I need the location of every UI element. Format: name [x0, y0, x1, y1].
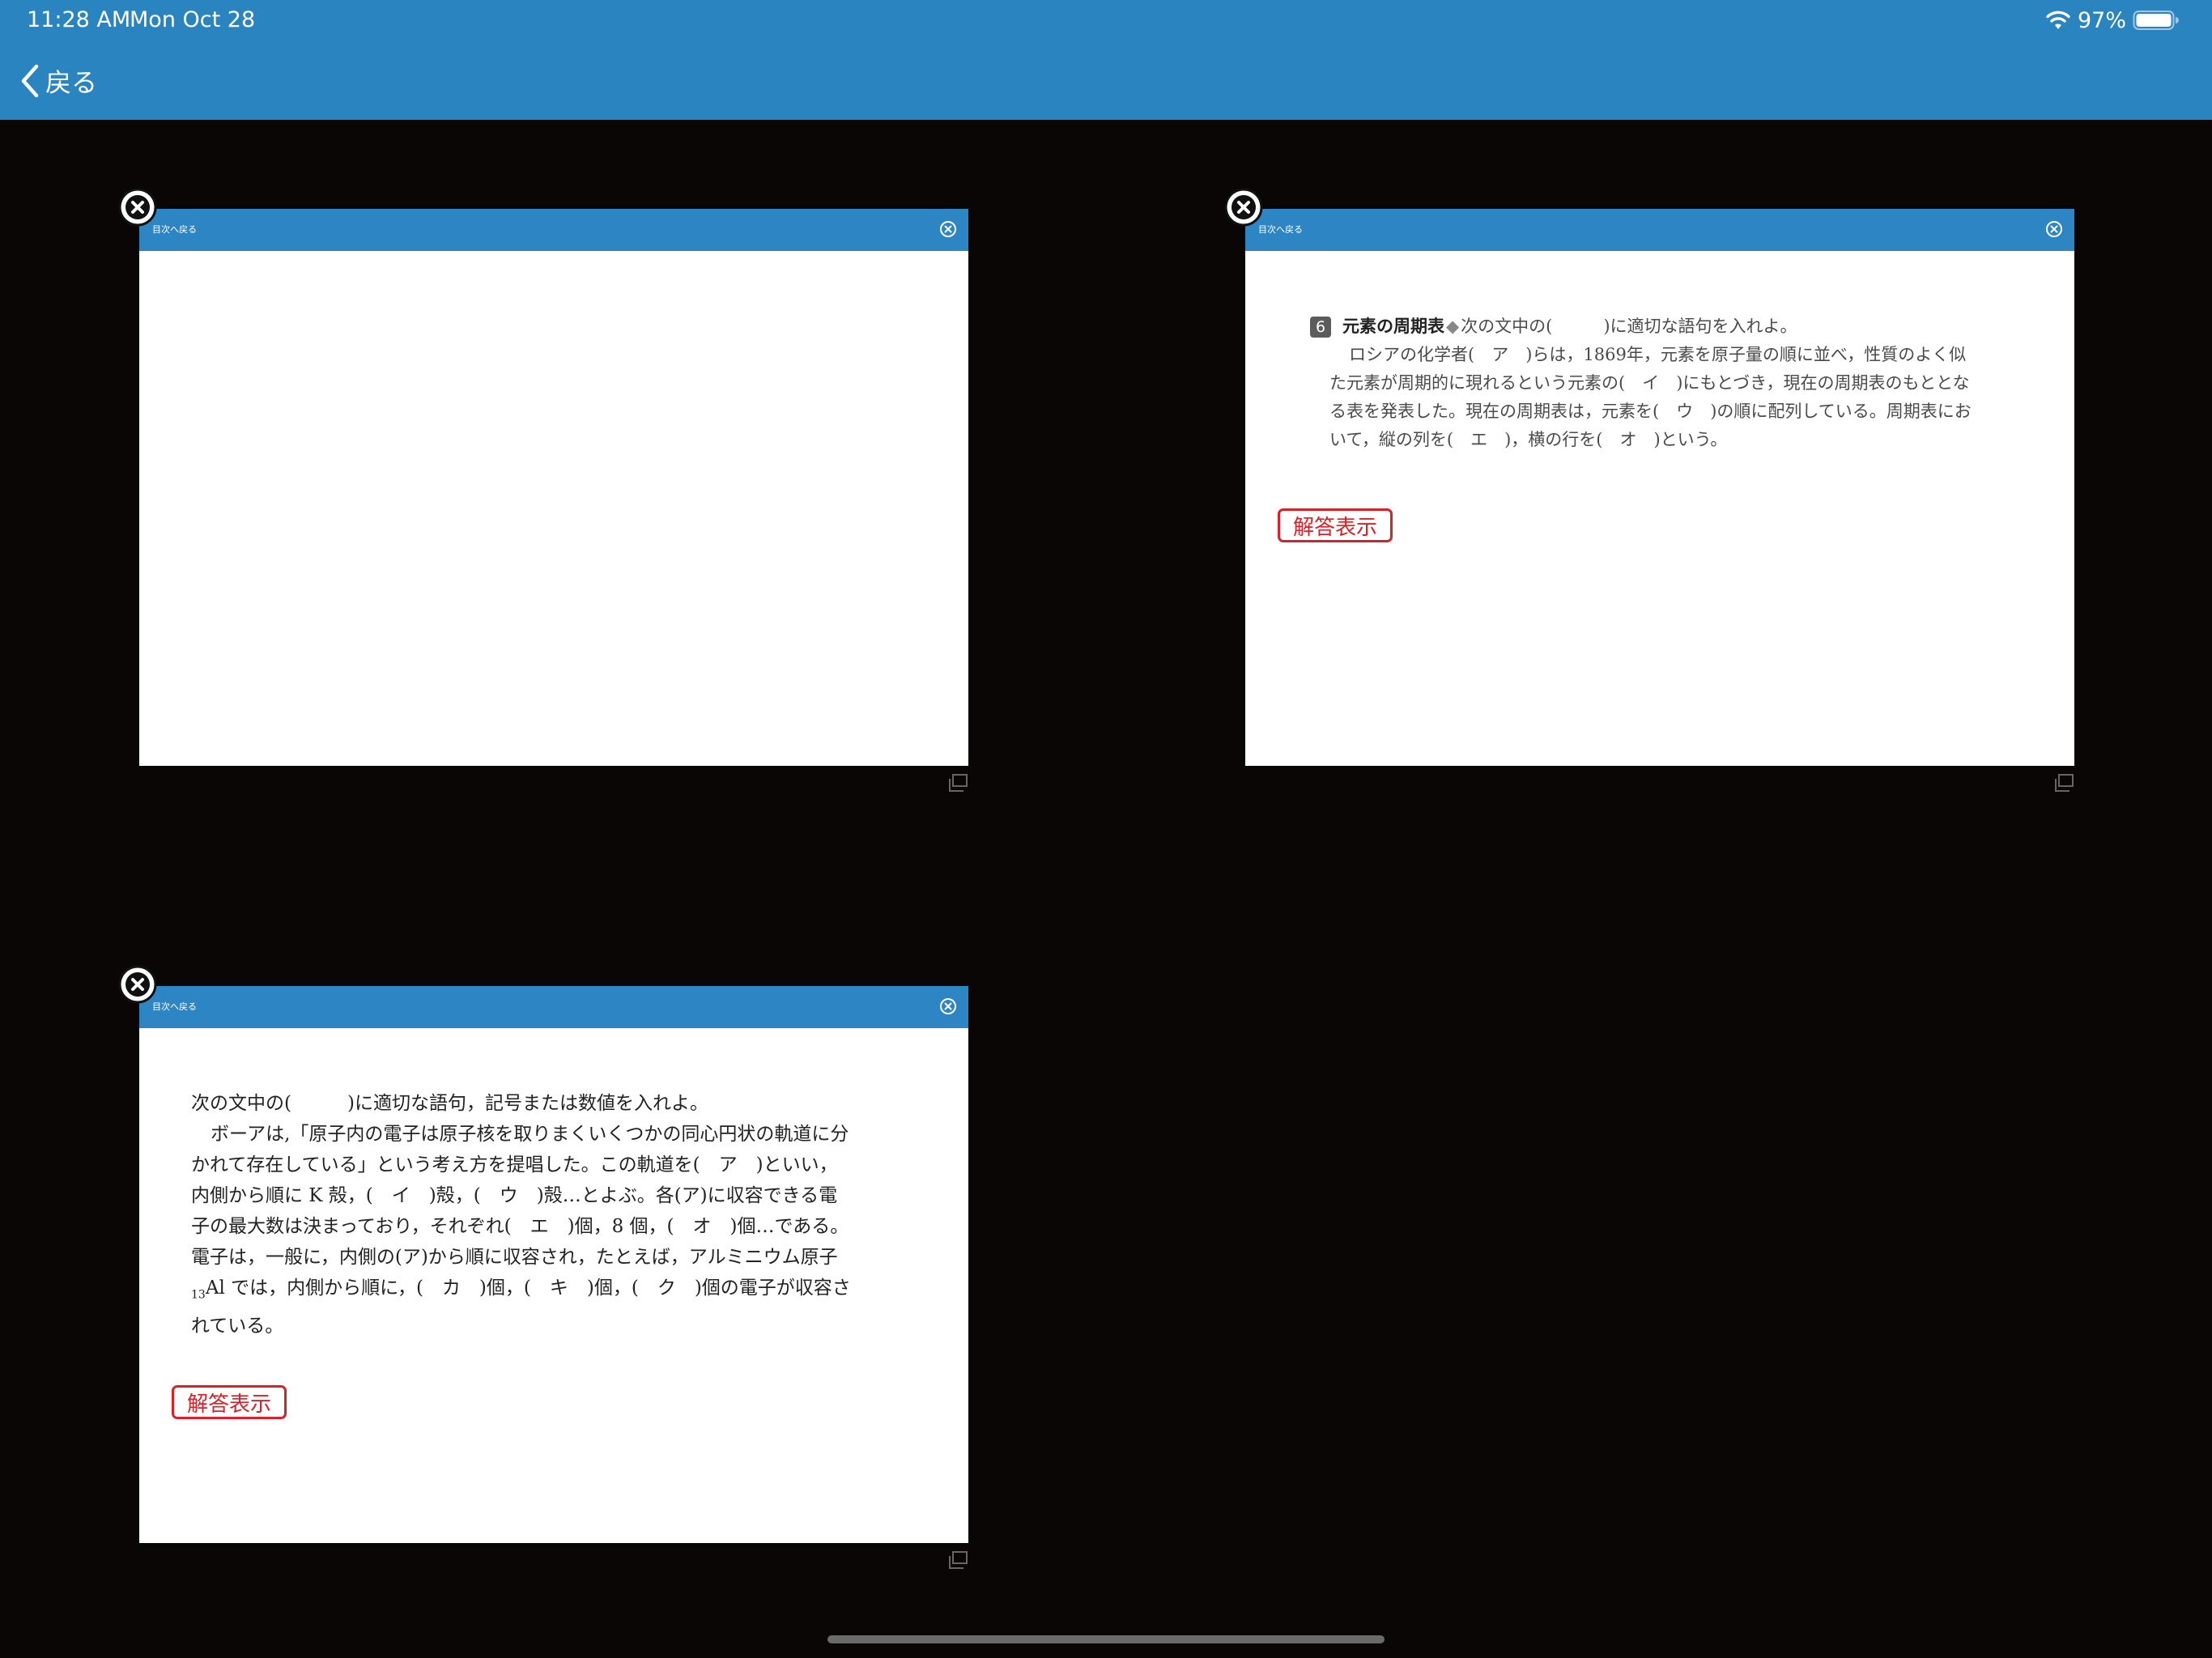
card-page-content: 6 元素の周期表 ◆ 次の文中の( )に適切な語句を入れよ。 ロシアの化学者( …	[1245, 251, 2074, 766]
battery-icon	[2133, 11, 2179, 30]
question-body-part-1: ボーアは,「原子内の電子は原子核を取りまくいくつかの同心円状の軌道に分かれて存在…	[191, 1124, 849, 1268]
question-block: 次の文中の( )に適切な語句，記号または数値を入れよ。 ボーアは,「原子内の電子…	[191, 1088, 852, 1341]
close-icon[interactable]	[939, 220, 957, 238]
toc-back-link[interactable]: 目次へ戻る	[1258, 209, 1303, 251]
element-symbol: Al	[205, 1278, 225, 1299]
question-number-badge: 6	[1310, 316, 1331, 338]
close-circle-icon[interactable]	[117, 187, 158, 227]
card-page-content	[139, 251, 968, 766]
status-date: Mon Oct 28	[130, 7, 256, 32]
page-card-1[interactable]: 目次へ戻る	[118, 188, 968, 792]
close-circle-icon[interactable]	[117, 964, 158, 1005]
window-expand-icon[interactable]	[947, 773, 968, 793]
back-label: 戻る	[45, 67, 98, 98]
show-answer-button[interactable]: 解答表示	[172, 1385, 287, 1419]
question-block: 6 元素の周期表 ◆ 次の文中の( )に適切な語句を入れよ。 ロシアの化学者( …	[1310, 312, 1982, 454]
card-header: 目次へ戻る	[1245, 209, 2074, 251]
toc-back-link[interactable]: 目次へ戻る	[152, 986, 197, 1028]
title-separator: ◆	[1446, 317, 1460, 336]
show-answer-button[interactable]: 解答表示	[1278, 508, 1393, 542]
card-header: 目次へ戻る	[139, 986, 968, 1028]
window-expand-icon[interactable]	[2053, 773, 2074, 793]
question-body: ボーアは,「原子内の電子は原子核を取りまくいくつかの同心円状の軌道に分かれて存在…	[191, 1119, 852, 1341]
question-title: 元素の周期表	[1342, 317, 1444, 336]
card-header: 目次へ戻る	[139, 209, 968, 251]
home-indicator[interactable]	[827, 1635, 1385, 1643]
status-right: 97%	[2045, 6, 2180, 34]
question-prompt: 次の文中の( )に適切な語句，記号または数値を入れよ。	[191, 1093, 708, 1114]
question-body: ロシアの化学者( ア )らは，1869年，元素を原子量の順に並べ，性質のよく似た…	[1329, 345, 1972, 449]
question-body-part-2: では，内側から順に，( カ )個，( キ )個，( ク )個の電子が収容されてい…	[191, 1278, 851, 1337]
card-page-content: 次の文中の( )に適切な語句，記号または数値を入れよ。 ボーアは,「原子内の電子…	[139, 1028, 968, 1543]
question-prompt: 次の文中の( )に適切な語句を入れよ。	[1461, 317, 1797, 336]
toc-back-link[interactable]: 目次へ戻る	[152, 209, 197, 251]
atomic-number-subscript: 13	[191, 1288, 206, 1302]
top-bar: 11:28 AM Mon Oct 28 97% 戻る	[0, 0, 2212, 120]
chevron-left-icon	[21, 64, 39, 98]
page-card-2[interactable]: 目次へ戻る 6 元素の周期表 ◆ 次の文中の( )に適切な語句を入れよ。 ロシア…	[1224, 188, 2074, 792]
status-time: 11:28 AM	[27, 7, 131, 32]
close-circle-icon[interactable]	[1223, 187, 1264, 227]
window-expand-icon[interactable]	[947, 1550, 968, 1570]
question-heading: 6 元素の周期表 ◆ 次の文中の( )に適切な語句を入れよ。	[1310, 312, 1982, 341]
battery-percent: 97%	[2077, 7, 2126, 33]
page-card-3[interactable]: 目次へ戻る 次の文中の( )に適切な語句，記号または数値を入れよ。 ボーアは,「…	[118, 965, 968, 1569]
back-button[interactable]: 戻る	[19, 62, 97, 100]
close-icon[interactable]	[2045, 220, 2063, 238]
wifi-icon	[2046, 11, 2070, 29]
close-icon[interactable]	[939, 997, 957, 1015]
